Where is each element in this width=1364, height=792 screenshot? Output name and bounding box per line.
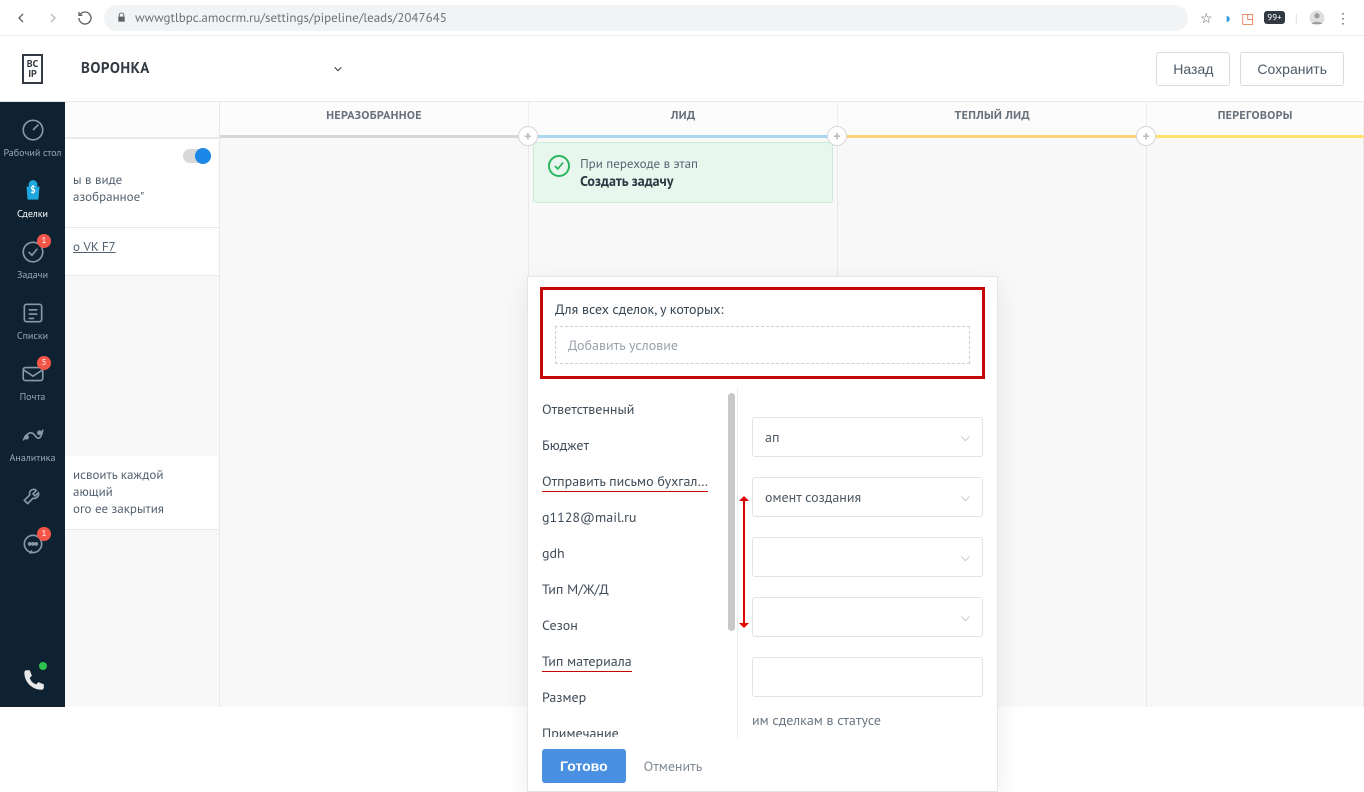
- sidebar-item-mail[interactable]: 5 Почта: [0, 352, 65, 413]
- gauge-icon: [19, 116, 47, 144]
- condition-dropdown: Ответственный Бюджет Отправить письмо бу…: [528, 387, 738, 739]
- chevron-down-icon: ⌵: [961, 610, 970, 625]
- app-logo[interactable]: BCIP: [0, 36, 65, 102]
- card-vk[interactable]: о VK F7: [65, 228, 219, 276]
- pipeline-stages: НЕРАЗОБРАННОЕ + ЛИД + ТЕПЛЫЙ ЛИД + ПЕРЕГ…: [65, 102, 1364, 138]
- dropdown-item[interactable]: Примечание: [528, 715, 737, 737]
- stage-negotiations[interactable]: ПЕРЕГОВОРЫ: [1147, 102, 1364, 138]
- trigger-card[interactable]: При переходе в этап Создать задачу: [533, 142, 833, 203]
- online-dot: [39, 662, 47, 670]
- trigger-settings-panel: Для всех сделок, у которых: Добавить усл…: [527, 276, 998, 792]
- back-button[interactable]: Назад: [1156, 52, 1230, 86]
- save-button[interactable]: Сохранить: [1240, 52, 1344, 86]
- dropdown-item[interactable]: Отправить письмо бухгал…: [528, 463, 737, 499]
- profile-icon[interactable]: [1308, 9, 1326, 27]
- lock-icon: [116, 11, 127, 24]
- ext-badge[interactable]: 99+: [1264, 11, 1284, 24]
- done-button[interactable]: Готово: [542, 749, 626, 783]
- sidebar-item-lists[interactable]: Списки: [0, 291, 65, 352]
- dropdown-list: Ответственный Бюджет Отправить письмо бу…: [528, 387, 737, 737]
- sidebar: Рабочий стол $ Сделки 1 Задачи Списки 5: [0, 102, 65, 707]
- dropdown-item[interactable]: gdh: [528, 535, 737, 571]
- add-stage-button[interactable]: +: [518, 126, 538, 146]
- browser-url-text: wwwgtlbpc.amocrm.ru/settings/pipeline/le…: [135, 9, 447, 26]
- sidebar-item-chat[interactable]: 1: [0, 523, 65, 572]
- app-header: BCIP ВОРОНКА Назад Сохранить: [0, 36, 1364, 102]
- sidebar-item-analytics[interactable]: Аналитика: [0, 413, 65, 474]
- select-5[interactable]: [752, 657, 983, 697]
- sidebar-item-settings[interactable]: [0, 474, 65, 523]
- dropdown-item[interactable]: Ответственный: [528, 391, 737, 427]
- select-3[interactable]: ⌵: [752, 537, 983, 577]
- add-condition-input[interactable]: Добавить условие: [555, 326, 970, 364]
- deals-icon: $: [19, 177, 47, 205]
- phone-icon: [19, 666, 47, 694]
- select-4[interactable]: ⌵: [752, 597, 983, 637]
- panel-footer: Готово Отменить: [528, 739, 997, 791]
- analytics-icon: [19, 421, 47, 449]
- divider: |: [1295, 9, 1298, 27]
- scroll-hint-arrow: [743, 497, 745, 627]
- wrench-icon: [19, 482, 47, 510]
- dropdown-item[interactable]: Бюджет: [528, 427, 737, 463]
- tasks-badge: 1: [37, 234, 51, 248]
- sidebar-item-desktop[interactable]: Рабочий стол: [0, 108, 65, 169]
- star-icon[interactable]: ☆: [1200, 9, 1213, 27]
- stage-col-unsorted: [220, 138, 529, 707]
- form-column: ап ⌵ омент создания ⌵ ⌵ ⌵: [738, 387, 997, 739]
- sidebar-item-deals[interactable]: $ Сделки: [0, 169, 65, 230]
- dropdown-item[interactable]: Размер: [528, 679, 737, 715]
- select-stage[interactable]: ап ⌵: [752, 417, 983, 457]
- menu-icon[interactable]: ⋮: [1336, 9, 1350, 27]
- dropdown-scrollbar[interactable]: [728, 393, 735, 733]
- page-title: ВОРОНКА: [81, 59, 150, 78]
- stage-unsorted[interactable]: НЕРАЗОБРАННОЕ +: [220, 102, 529, 138]
- status-text: им сделкам в статусе: [752, 711, 983, 729]
- list-icon: [19, 299, 47, 327]
- ext-icon-1[interactable]: ◑: [1223, 9, 1231, 27]
- stage-col-neg: [1147, 138, 1364, 707]
- left-column: ы в виде азобранное" о VK F7 исвоить каж…: [65, 138, 220, 707]
- dropdown-item[interactable]: g1128@mail.ru: [528, 499, 737, 535]
- card-text[interactable]: исвоить каждой ающий ого ее закрытия: [65, 456, 219, 530]
- cancel-button[interactable]: Отменить: [644, 757, 703, 775]
- dropdown-item[interactable]: Тип М/Ж/Д: [528, 571, 737, 607]
- sidebar-item-phone[interactable]: [0, 658, 65, 707]
- card-incoming[interactable]: ы в виде азобранное": [65, 138, 219, 228]
- chevron-down-icon: ⌵: [961, 490, 970, 505]
- condition-box: Для всех сделок, у которых: Добавить усл…: [540, 287, 985, 379]
- browser-forward-button[interactable]: [40, 5, 66, 31]
- browser-extensions: ☆ ◑ ◳ 99+ | ⋮: [1194, 9, 1356, 27]
- chevron-down-icon: ⌵: [961, 550, 970, 565]
- stage-lead[interactable]: ЛИД +: [529, 102, 838, 138]
- ext-icon-2[interactable]: ◳: [1241, 9, 1254, 27]
- condition-title: Для всех сделок, у которых:: [555, 300, 970, 318]
- browser-url-bar[interactable]: wwwgtlbpc.amocrm.ru/settings/pipeline/le…: [104, 5, 1188, 31]
- dropdown-item[interactable]: Тип материала: [528, 643, 737, 679]
- svg-text:$: $: [30, 183, 36, 196]
- chevron-down-icon: ⌵: [961, 430, 970, 445]
- chevron-down-icon[interactable]: [330, 64, 346, 74]
- check-icon: [548, 155, 570, 177]
- stage-warm-lead[interactable]: ТЕПЛЫЙ ЛИД +: [838, 102, 1147, 138]
- chat-badge: 1: [37, 527, 51, 541]
- toggle-switch[interactable]: [183, 149, 209, 163]
- dropdown-item[interactable]: Сезон: [528, 607, 737, 643]
- mail-badge: 5: [37, 356, 51, 370]
- select-moment[interactable]: омент создания ⌵: [752, 477, 983, 517]
- browser-reload-button[interactable]: [72, 5, 98, 31]
- sidebar-item-tasks[interactable]: 1 Задачи: [0, 230, 65, 291]
- browser-back-button[interactable]: [8, 5, 34, 31]
- browser-toolbar: wwwgtlbpc.amocrm.ru/settings/pipeline/le…: [0, 0, 1364, 36]
